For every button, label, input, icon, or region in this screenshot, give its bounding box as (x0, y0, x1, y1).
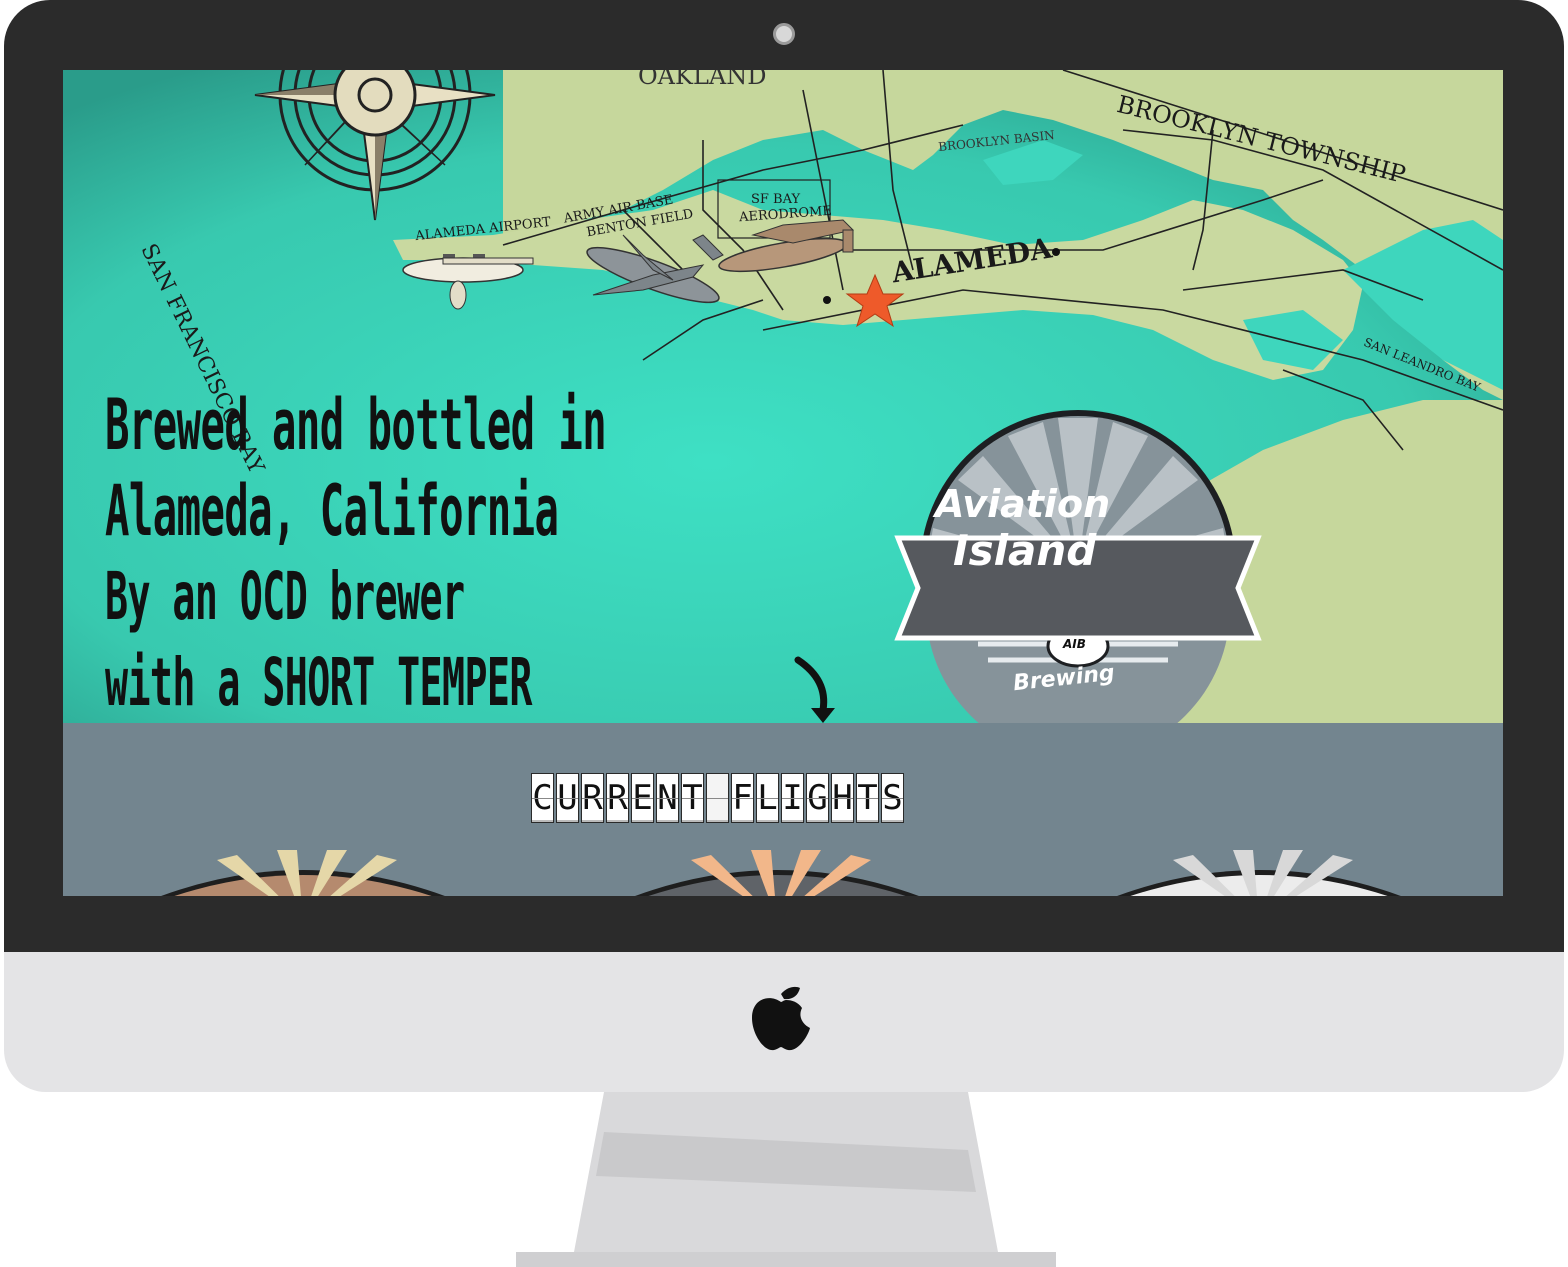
flight-badge-2[interactable] (601, 850, 953, 896)
title-tile: G (806, 773, 829, 823)
monitor-stand (516, 1092, 1056, 1267)
title-tile: T (681, 773, 704, 823)
camera-icon (773, 23, 795, 45)
title-tile: R (581, 773, 604, 823)
logo-line-2: Island (953, 526, 1097, 575)
logo-emblem-text: AIB (1063, 637, 1086, 651)
hero-line-2: Alameda, California (105, 470, 559, 552)
current-flights-title: C U R R E N T F L I G H T S (531, 773, 904, 823)
logo-line-1: Aviation (935, 482, 1111, 526)
title-tile: H (831, 773, 854, 823)
map-label-sf-bay-box: SF BAY (751, 192, 801, 207)
title-tile-blank (706, 773, 729, 823)
flight-badge-1[interactable] (127, 850, 479, 896)
title-tile: N (656, 773, 679, 823)
hero-headline: Brewed and bottled in Alameda, Californi… (105, 382, 607, 726)
title-tile: L (756, 773, 779, 823)
hero-line-4: with a SHORT TEMPER (105, 644, 532, 721)
hero-line-3: By an OCD brewer (105, 558, 465, 635)
title-tile: U (556, 773, 579, 823)
title-tile: C (531, 773, 554, 823)
title-tile: I (781, 773, 804, 823)
hero-map: OAKLAND SAN FRANCISCO BAY ALAMEDA AIRPOR… (63, 70, 1503, 723)
flight-badge-3[interactable] (1083, 850, 1435, 896)
title-tile: E (631, 773, 654, 823)
browser-screen: OAKLAND SAN FRANCISCO BAY ALAMEDA AIRPOR… (63, 70, 1503, 896)
title-tile: S (881, 773, 904, 823)
title-tile: T (856, 773, 879, 823)
title-tile: R (606, 773, 629, 823)
map-label-top: OAKLAND (638, 70, 767, 90)
apple-icon (752, 986, 810, 1051)
hero-line-1: Brewed and bottled in (105, 384, 607, 466)
title-tile: F (731, 773, 754, 823)
